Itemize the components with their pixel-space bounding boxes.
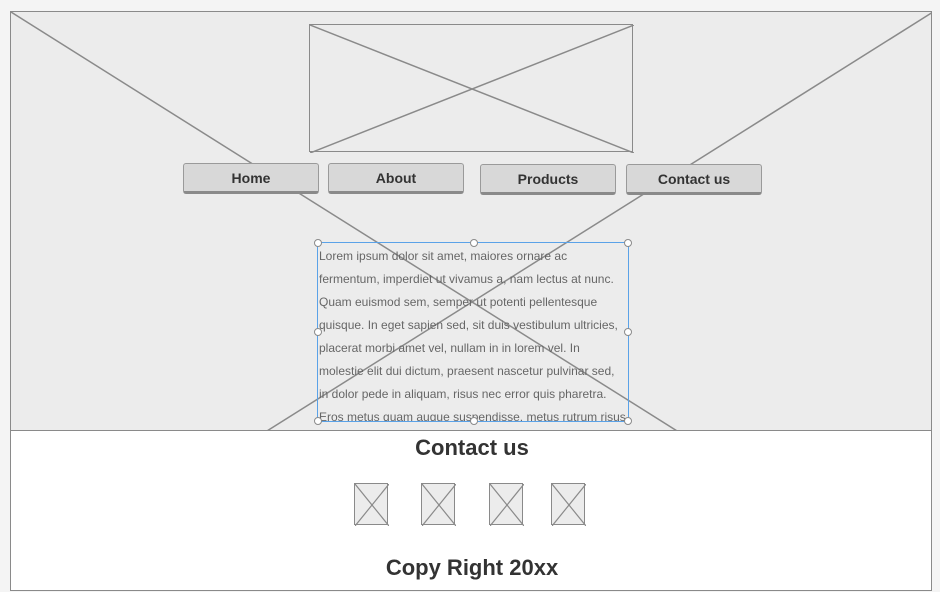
resize-handle-bottom-left[interactable] [314, 417, 322, 425]
image-placeholder-icon [552, 484, 586, 526]
content-text-box[interactable]: Lorem ipsum dolor sit amet, maiores orna… [317, 242, 629, 422]
footer-title: Contact us [415, 435, 529, 460]
resize-handle-top[interactable] [470, 239, 478, 247]
resize-handle-top-left[interactable] [314, 239, 322, 247]
image-placeholder-icon [422, 484, 456, 526]
resize-handle-top-right[interactable] [624, 239, 632, 247]
logo-placeholder-icon [310, 25, 634, 153]
nav-about-button[interactable]: About [328, 163, 464, 194]
copyright-text: Copy Right 20xx [385, 555, 559, 580]
social-link-3[interactable] [489, 483, 524, 526]
image-placeholder-icon [490, 484, 524, 526]
social-link-4[interactable] [551, 483, 586, 526]
resize-handle-left[interactable] [314, 328, 322, 336]
resize-handle-bottom[interactable] [470, 417, 478, 425]
nav-contact-button[interactable]: Contact us [626, 164, 762, 195]
image-placeholder-icon [355, 484, 389, 526]
footer: Contact us Copy Right 20xx [11, 430, 931, 590]
resize-handle-bottom-right[interactable] [624, 417, 632, 425]
resize-handle-right[interactable] [624, 328, 632, 336]
social-link-1[interactable] [354, 483, 389, 526]
logo-image-placeholder [309, 24, 634, 153]
nav-home-button[interactable]: Home [183, 163, 319, 194]
social-link-2[interactable] [421, 483, 456, 526]
wireframe-canvas: Home About Products Contact us Lorem ips… [10, 11, 932, 591]
nav-products-button[interactable]: Products [480, 164, 616, 195]
body-text: Lorem ipsum dolor sit amet, maiores orna… [319, 249, 626, 422]
